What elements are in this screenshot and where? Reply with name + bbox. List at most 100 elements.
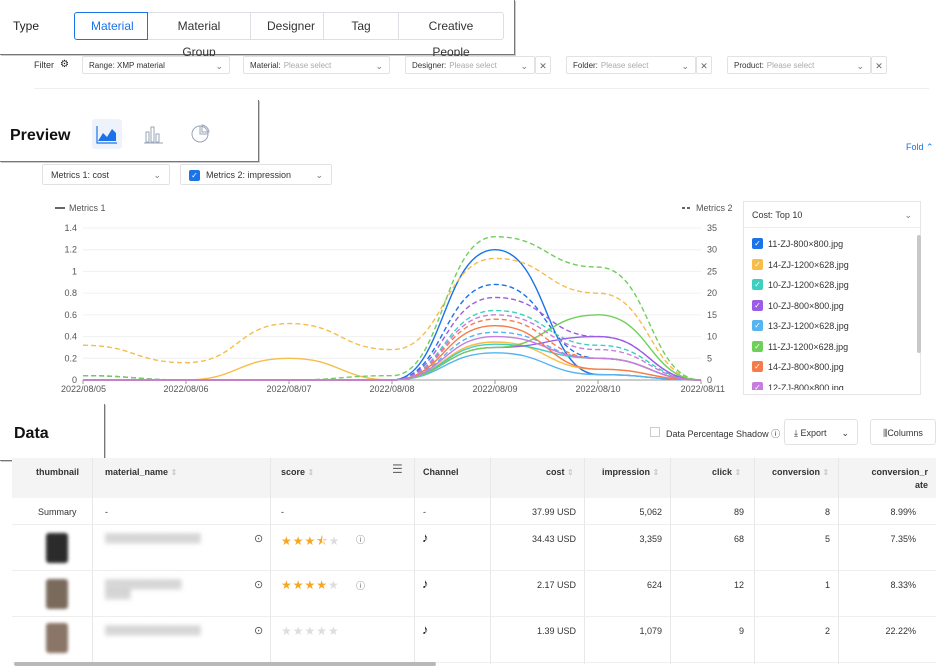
tiktok-icon: ♪ xyxy=(422,576,429,591)
range-select[interactable]: Range: XMP material ⌄ xyxy=(82,56,230,74)
help-icon: ⓘ xyxy=(771,429,781,439)
score-stars[interactable]: ★★★⯪★ xyxy=(281,532,340,553)
legend-item[interactable]: ✓ 10-ZJ-800×800.jpg xyxy=(752,299,912,321)
sort-icon[interactable]: ⇕ xyxy=(735,468,742,477)
menu-icon[interactable]: ☰ xyxy=(392,458,403,476)
cost-value: 34.43 USD xyxy=(531,534,576,544)
product-clear-icon[interactable]: ✕ xyxy=(871,56,887,74)
legend-checkbox[interactable]: ✓ xyxy=(752,238,763,249)
line-chart: 00.20.40.60.811.21.4051015202530352022/0… xyxy=(55,203,733,394)
sort-icon[interactable]: ⇕ xyxy=(171,468,178,477)
thumbnail-image[interactable] xyxy=(46,579,68,609)
summary-conversion-rate: 8.99% xyxy=(890,507,916,517)
summary-cost: 37.99 USD xyxy=(531,507,576,517)
y-left-tick-label: 0.6 xyxy=(64,310,77,320)
help-icon[interactable]: ⓘ xyxy=(356,533,365,546)
material-name-text[interactable]: ▒▒▒▒▒▒▒▒▒▒▒▒▒▒▒ xyxy=(105,533,201,543)
sort-icon[interactable]: ⇕ xyxy=(308,468,315,477)
expand-icon[interactable]: ⊙ xyxy=(254,624,263,637)
legend-item[interactable]: ✓ 11-ZJ-1200×628.jpg xyxy=(752,340,912,362)
metrics1-select[interactable]: Metrics 1: cost ⌄ xyxy=(42,164,170,185)
summary-row: Summary - - - 37.99 USD 5,062 89 8 8.99% xyxy=(12,498,936,525)
range-label: Range: xyxy=(89,61,115,70)
th-cost[interactable]: cost ⇕ xyxy=(546,458,574,479)
tiktok-icon: ♪ xyxy=(422,530,429,545)
table-row[interactable]: ▒▒▒▒▒▒▒▒▒▒▒▒ ▒▒▒▒ ⊙ ★★★★★ ⓘ ♪ 2.17 USD 62… xyxy=(12,571,936,617)
sort-icon[interactable]: ⇕ xyxy=(567,468,574,477)
th-click-label: click xyxy=(712,467,733,477)
cost-value: 2.17 USD xyxy=(536,580,576,590)
folder-select[interactable]: Folder: Please select ⌄ xyxy=(566,56,696,74)
horizontal-scrollbar[interactable] xyxy=(14,662,436,666)
legend-item[interactable]: ✓ 14-ZJ-800×800.jpg xyxy=(752,361,912,382)
expand-icon[interactable]: ⊙ xyxy=(254,532,263,545)
th-conversion-rate-line2: ate xyxy=(914,480,928,490)
bar-chart-icon[interactable] xyxy=(138,119,168,149)
table-row[interactable]: ▒▒▒▒▒▒▒▒▒▒▒▒▒▒▒ ⊙ ★★★⯪★ ⓘ ♪ 34.43 USD 3,… xyxy=(12,525,936,571)
data-shadow-checkbox[interactable] xyxy=(650,427,660,437)
legend-item[interactable]: ✓ 14-ZJ-1200×628.jpg xyxy=(752,258,912,280)
help-icon[interactable]: ⓘ xyxy=(356,579,365,592)
score-stars[interactable]: ★★★★★ xyxy=(281,578,340,592)
th-impression[interactable]: impression ⇕ xyxy=(602,458,659,479)
thumbnail-image[interactable] xyxy=(46,623,68,653)
legend-item[interactable]: ✓ 10-ZJ-1200×628.jpg xyxy=(752,279,912,300)
material-select[interactable]: Material: Please select ⌄ xyxy=(243,56,390,74)
folder-clear-icon[interactable]: ✕ xyxy=(696,56,712,74)
score-stars[interactable]: ★★★★★ xyxy=(281,624,340,638)
product-select[interactable]: Product: Please select ⌄ xyxy=(727,56,871,74)
series-metrics2-line xyxy=(83,314,702,381)
legend-list: ✓ 11-ZJ-800×800.jpg ✓ 14-ZJ-1200×628.jpg ✓ 10… xyxy=(752,238,912,390)
th-click[interactable]: click ⇕ xyxy=(712,458,741,479)
type-option-creative-people[interactable]: Creative People xyxy=(398,12,504,59)
th-conversion[interactable]: conversion ⇕ xyxy=(772,458,829,479)
sort-icon[interactable]: ⇕ xyxy=(653,468,660,477)
pie-chart-icon[interactable] xyxy=(185,119,215,149)
summary-material-name: - xyxy=(105,507,108,517)
designer-select[interactable]: Designer: Please select ⌄ xyxy=(405,56,535,74)
legend-label: 10-ZJ-1200×628.jpg xyxy=(768,280,849,290)
sort-icon[interactable]: ⇕ xyxy=(823,468,830,477)
y-right-tick-label: 10 xyxy=(707,332,717,342)
data-shadow-text: Data Percentage Shadow xyxy=(666,429,769,439)
legend-item[interactable]: ✓ 12-ZJ-800×800.jpg xyxy=(752,381,912,390)
expand-icon[interactable]: ⊙ xyxy=(254,578,263,591)
thumbnail-image[interactable] xyxy=(46,533,68,563)
legend-checkbox[interactable]: ✓ xyxy=(752,381,763,390)
area-chart-icon[interactable] xyxy=(92,119,122,149)
fold-link[interactable]: Fold ⌃ xyxy=(906,142,934,153)
tiktok-icon: ♪ xyxy=(422,622,429,637)
legend-item[interactable]: ✓ 13-ZJ-1200×628.jpg xyxy=(752,320,912,341)
material-name-text[interactable]: ▒▒▒▒▒▒▒▒▒▒▒▒▒▒▒ xyxy=(105,625,201,635)
th-score[interactable]: score ⇕ xyxy=(281,458,314,479)
legend-checkbox[interactable]: ✓ xyxy=(752,340,763,352)
table-row[interactable]: ▒▒▒▒▒▒▒▒▒▒▒▒▒▒▒ ⊙ ★★★★★ ♪ 1.39 USD 1,079… xyxy=(12,617,936,663)
legend-item[interactable]: ✓ 11-ZJ-800×800.jpg xyxy=(752,238,912,259)
gear-icon[interactable]: ⚙ xyxy=(60,59,69,70)
y-right-tick-label: 5 xyxy=(707,353,712,363)
metrics2-checkbox[interactable]: ✓ xyxy=(189,170,200,182)
metrics2-select[interactable]: ✓ Metrics 2: impression ⌄ xyxy=(180,164,332,185)
type-option-tag[interactable]: Tag xyxy=(323,12,399,40)
type-segmented-control: Material Material Group Designer Tag Cre… xyxy=(74,12,504,59)
legend-checkbox[interactable]: ✓ xyxy=(752,361,763,372)
conversion-rate-value: 7.35% xyxy=(890,534,916,544)
legend-checkbox[interactable]: ✓ xyxy=(752,279,763,290)
th-material-name[interactable]: material_name ⇕ xyxy=(105,458,177,479)
th-conversion-rate[interactable]: conversion_r ate xyxy=(848,458,928,492)
type-option-designer[interactable]: Designer xyxy=(250,12,324,40)
columns-button[interactable]: ⫼Columns xyxy=(870,419,936,445)
export-button[interactable]: ⤓ Export ⌄ xyxy=(784,419,858,445)
chevron-down-icon: ⌄ xyxy=(904,210,912,220)
cost-top-select[interactable]: Cost: Top 10 ⌄ xyxy=(744,202,920,228)
legend-checkbox[interactable]: ✓ xyxy=(752,299,763,311)
type-option-material[interactable]: Material xyxy=(74,12,148,40)
legend-checkbox[interactable]: ✓ xyxy=(752,320,763,331)
material-name-text[interactable]: ▒▒▒▒▒▒▒▒▒▒▒▒ ▒▒▒▒ xyxy=(105,579,182,599)
impression-value: 3,359 xyxy=(639,534,662,544)
impression-value: 624 xyxy=(646,580,662,590)
legend-scrollbar[interactable] xyxy=(917,235,921,353)
type-option-material-group[interactable]: Material Group xyxy=(147,12,251,59)
legend-checkbox[interactable]: ✓ xyxy=(752,258,763,270)
designer-clear-icon[interactable]: ✕ xyxy=(535,56,551,74)
